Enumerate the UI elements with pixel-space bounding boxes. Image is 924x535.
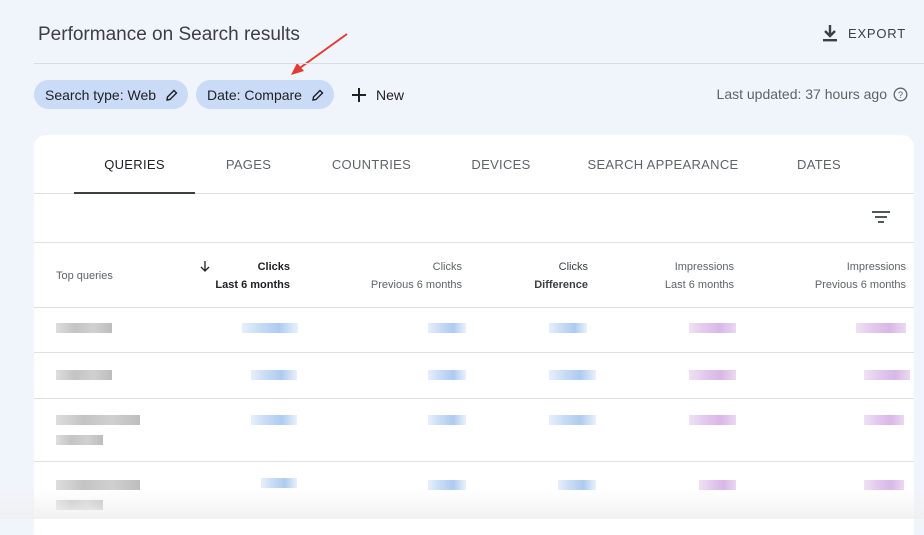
tab-queries[interactable]: QUERIES (74, 135, 195, 194)
page-title: Performance on Search results (38, 24, 300, 45)
col-title: Clicks (257, 261, 290, 273)
redacted-value (549, 415, 596, 425)
col-clicks-difference[interactable]: Clicks Difference (534, 258, 588, 294)
new-label: New (375, 86, 404, 103)
redacted-query (56, 435, 103, 445)
sort-down-icon (200, 261, 210, 272)
table-toolbar (34, 194, 914, 243)
table-header: Top queries Clicks Last 6 months Clicks Pr… (34, 243, 914, 308)
tab-search-appearance[interactable]: SEARCH APPEARANCE (561, 135, 765, 193)
pencil-icon (166, 89, 178, 101)
tab-devices[interactable]: DEVICES (441, 135, 561, 193)
col-title: Impressions (846, 261, 906, 273)
redacted-value (549, 370, 596, 380)
tab-pages[interactable]: PAGES (195, 135, 302, 193)
table-row[interactable] (34, 399, 914, 462)
redacted-query (56, 370, 112, 380)
redacted-query (56, 415, 140, 425)
redacted-query (56, 323, 112, 333)
pencil-icon (312, 89, 324, 101)
filter-icon[interactable] (872, 210, 890, 224)
search-type-chip[interactable]: Search type: Web (34, 80, 189, 109)
tab-countries[interactable]: COUNTRIES (302, 135, 441, 193)
redacted-value (428, 370, 466, 380)
new-filter-button[interactable]: New (351, 86, 404, 103)
date-compare-chip[interactable]: Date: Compare (196, 80, 334, 109)
export-button[interactable]: EXPORT (822, 24, 906, 42)
redacted-value (864, 370, 910, 380)
redacted-value (251, 370, 297, 380)
redacted-value (242, 323, 298, 333)
col-subtitle: Last 6 months (664, 279, 734, 291)
tab-dates[interactable]: DATES (765, 135, 873, 193)
col-impressions-last[interactable]: Impressions Last 6 months (665, 258, 734, 294)
col-title: Impressions (674, 261, 734, 273)
table-row[interactable] (34, 308, 914, 353)
plus-icon (351, 87, 366, 102)
redacted-value (261, 478, 297, 488)
svg-text:?: ? (898, 90, 903, 100)
redacted-value (428, 415, 466, 425)
results-card: QUERIES PAGES COUNTRIES DEVICES SEARCH A… (34, 135, 914, 535)
bottom-fade (0, 489, 924, 519)
col-title: Clicks (432, 261, 462, 273)
redacted-value (864, 415, 904, 425)
redacted-value (428, 323, 466, 333)
last-updated: Last updated: 37 hours ago ? (717, 86, 908, 102)
col-top-queries[interactable]: Top queries (56, 267, 113, 285)
chip-label: Date: Compare (207, 86, 302, 103)
divider (34, 63, 924, 64)
col-subtitle: Difference (534, 279, 588, 291)
col-clicks-previous[interactable]: Clicks Previous 6 months (371, 258, 462, 294)
redacted-value (549, 323, 587, 333)
help-icon[interactable]: ? (893, 87, 908, 102)
redacted-value (689, 370, 736, 380)
col-subtitle: Previous 6 months (814, 279, 906, 291)
redacted-value (251, 415, 297, 425)
redacted-value (689, 323, 736, 333)
annotation-arrow (291, 33, 348, 75)
col-clicks-last[interactable]: Clicks Last 6 months (215, 258, 290, 294)
export-label: EXPORT (847, 25, 906, 41)
tab-bar: QUERIES PAGES COUNTRIES DEVICES SEARCH A… (34, 135, 914, 194)
col-title: Clicks (558, 261, 588, 273)
last-updated-text: Last updated: 37 hours ago (716, 86, 887, 102)
col-impressions-previous[interactable]: Impressions Previous 6 months (815, 258, 906, 294)
chip-label: Search type: Web (45, 86, 157, 103)
col-subtitle: Last 6 months (215, 279, 290, 291)
col-subtitle: Previous 6 months (370, 279, 462, 291)
redacted-value (856, 323, 906, 333)
table-row[interactable] (34, 353, 914, 399)
download-icon (822, 25, 837, 42)
redacted-value (689, 415, 736, 425)
